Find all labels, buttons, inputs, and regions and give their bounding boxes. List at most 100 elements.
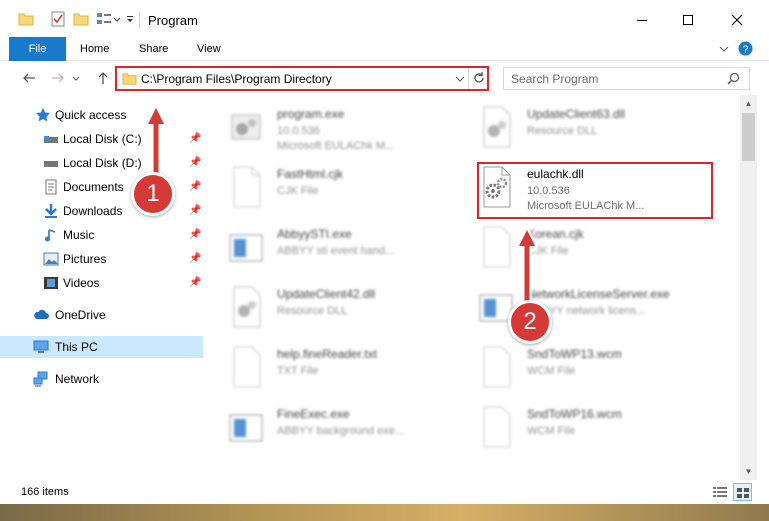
file-item-sndtowp13-wcm[interactable]: SndToWP13.wcm WCM File [456, 339, 696, 395]
file-name: SndToWP16.wcm [527, 407, 622, 421]
pin-icon[interactable]: 📌 [189, 253, 201, 264]
file-item-fasthtml-cjk[interactable]: FastHtml.cjk CJK File [206, 159, 446, 215]
file-list: program.exe 10.0.536 Microsoft EULAChk M… [206, 95, 740, 480]
computer-icon [33, 340, 49, 353]
address-path: C:\Program Files\Program Directory [141, 72, 332, 86]
chevron-down-icon [72, 76, 80, 81]
sidebar-item-music[interactable]: Music 📌 [0, 224, 203, 246]
search-icon [727, 72, 740, 85]
scrollbar-thumb[interactable] [742, 113, 755, 161]
file-version: 10.0.536 [277, 125, 320, 137]
details-view-icon[interactable] [712, 486, 728, 498]
minimize-button[interactable] [619, 0, 665, 40]
sidebar-item-label: This PC [55, 340, 98, 354]
properties-icon[interactable] [50, 11, 66, 27]
sidebar-item-local-disk-d[interactable]: Local Disk (D:) 📌 [0, 152, 203, 174]
sidebar-item-label: Pictures [63, 252, 107, 266]
file-name: program.exe [277, 107, 345, 121]
tiles-view-button[interactable] [733, 483, 752, 501]
file-item-networklicenseserver-exe[interactable]: NetworkLicenseServer.exe ABBYY network l… [456, 279, 696, 335]
help-icon[interactable]: ? [738, 41, 753, 56]
ribbon-expand-icon[interactable] [718, 44, 730, 54]
file-item-updateclient63-dll[interactable]: UpdateClient63.dll Resource DLL [456, 99, 696, 155]
tab-home[interactable]: Home [80, 37, 109, 61]
file-item-help-finereader-txt[interactable]: help.fineReader.txt TXT File [206, 339, 446, 395]
scroll-up-icon[interactable]: ▲ [740, 95, 757, 112]
pictures-icon [43, 252, 59, 266]
music-icon [45, 229, 56, 242]
file-item-fineexec-exe[interactable]: FineExec.exe ABBYY background exe... [206, 399, 446, 455]
sidebar-item-pictures[interactable]: Pictures 📌 [0, 248, 203, 270]
file-type: Resource DLL [527, 125, 598, 137]
customize-toolbar-icon[interactable] [125, 11, 135, 27]
callout-arrow-up [516, 225, 538, 309]
up-button[interactable] [92, 68, 114, 88]
search-input[interactable]: Search Program [511, 72, 598, 86]
item-count: 166 items [21, 486, 69, 498]
generic-file-icon [483, 406, 511, 448]
sidebar-item-onedrive[interactable]: OneDrive [0, 304, 203, 326]
navigation-bar: C:\Program Files\Program Directory Searc… [0, 61, 769, 95]
file-name: FineExec.exe [277, 407, 350, 421]
sidebar-item-local-disk-c[interactable]: Local Disk (C:) 📌 [0, 128, 203, 150]
file-item-sndtowp16-wcm[interactable]: SndToWP16.wcm WCM File [456, 399, 696, 455]
sidebar-item-this-pc[interactable]: This PC [0, 336, 203, 358]
svg-text:?: ? [743, 45, 749, 56]
sidebar-item-label: Network [55, 372, 100, 386]
pin-icon[interactable]: 📌 [189, 181, 201, 192]
drive-icon [44, 136, 58, 143]
pin-icon[interactable]: 📌 [189, 133, 201, 144]
tab-share[interactable]: Share [139, 37, 168, 61]
back-button[interactable] [18, 68, 40, 88]
dll-file-icon [483, 106, 511, 148]
cloud-icon [34, 309, 49, 319]
file-name: SndToWP13.wcm [527, 347, 622, 361]
sidebar-item-label: Videos [63, 276, 100, 290]
new-folder-icon[interactable] [73, 11, 89, 27]
file-type: WCM File [527, 425, 576, 437]
navigation-pane: Quick access Local Disk (C:) 📌 Local Dis… [0, 95, 203, 480]
file-item-abbyysti-exe[interactable]: AbbyySTI.exe ABBYY sti event hand... [206, 219, 446, 275]
sidebar-item-network[interactable]: Network [0, 368, 203, 390]
file-item-updateclient42-dll[interactable]: UpdateClient42.dll Resource DLL [206, 279, 446, 335]
scroll-down-icon[interactable]: ▼ [740, 463, 757, 480]
folder-icon[interactable] [18, 11, 34, 27]
documents-icon [45, 179, 57, 195]
sidebar-item-label: Quick access [55, 108, 127, 122]
file-name: AbbyySTI.exe [277, 227, 352, 241]
pin-icon[interactable]: 📌 [189, 205, 201, 216]
file-item-program-exe[interactable]: program.exe 10.0.536 Microsoft EULAChk M… [206, 99, 446, 155]
title-bar: Program [0, 0, 769, 40]
sidebar-item-quick-access[interactable]: Quick access [0, 104, 203, 126]
refresh-icon[interactable] [472, 71, 486, 85]
maximize-button[interactable] [665, 0, 711, 40]
file-type: CJK File [277, 185, 319, 197]
pin-icon[interactable]: 📌 [189, 277, 201, 288]
pin-icon[interactable]: 📌 [189, 229, 201, 240]
target-file-highlight [477, 162, 713, 219]
videos-icon [44, 277, 58, 289]
view-options-icon[interactable] [96, 11, 112, 27]
folder-icon [122, 73, 137, 85]
pin-icon[interactable]: 📌 [189, 157, 201, 168]
download-icon [45, 204, 57, 218]
recent-locations-button[interactable] [69, 68, 83, 88]
tab-view[interactable]: View [197, 37, 221, 61]
sidebar-item-label: Documents [63, 180, 124, 194]
file-type: TXT File [277, 365, 319, 377]
title-separator [139, 12, 140, 28]
arrow-right-icon [52, 73, 64, 83]
forward-button[interactable] [47, 68, 69, 88]
application-icon [229, 234, 263, 262]
close-button[interactable] [712, 0, 762, 40]
vertical-scrollbar[interactable]: ▲ ▼ [740, 95, 757, 480]
file-type: WCM File [527, 365, 576, 377]
search-box[interactable]: Search Program [503, 67, 750, 90]
sidebar-item-videos[interactable]: Videos 📌 [0, 272, 203, 294]
address-bar[interactable]: C:\Program Files\Program Directory [115, 66, 489, 91]
file-name: NetworkLicenseServer.exe [527, 287, 670, 301]
file-item-korean-cjk[interactable]: Korean.cjk CJK File [456, 219, 696, 275]
chevron-down-icon[interactable] [112, 11, 122, 27]
tab-file[interactable]: File [9, 37, 66, 61]
chevron-down-icon[interactable] [455, 74, 465, 84]
